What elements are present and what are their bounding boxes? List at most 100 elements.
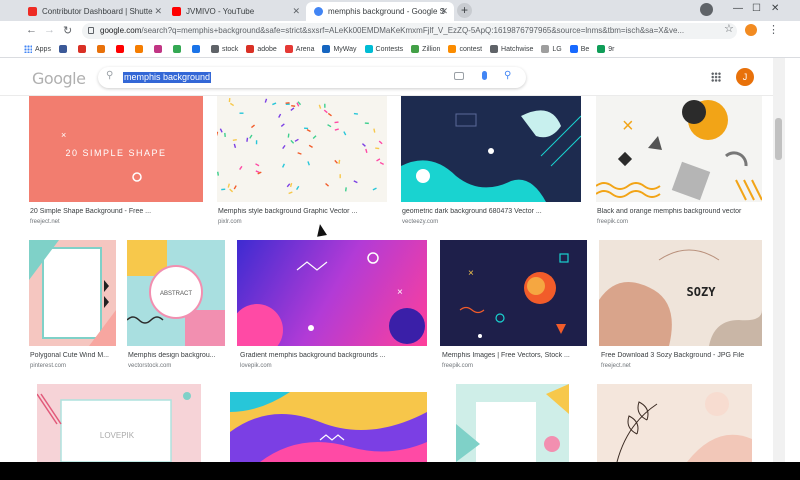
result-thumbnail[interactable]: 20 SIMPLE SHAPE × <box>29 96 203 202</box>
tab-title: Contributor Dashboard | Shutte <box>42 7 153 16</box>
bookmark-stock[interactable]: stock <box>210 45 239 53</box>
result-thumbnail[interactable]: SOZY <box>599 240 762 346</box>
mouse-cursor-icon <box>315 223 327 237</box>
url-path: /search?q=memphis+background&safe=strict… <box>141 26 685 35</box>
result-thumbnail[interactable]: × <box>596 96 762 202</box>
bookmark-lg[interactable]: LG <box>541 45 562 53</box>
bookmark-label: stock <box>221 45 239 53</box>
result-thumbnail[interactable]: × <box>237 240 427 346</box>
google-header: Google ⚲ memphis background ⚲ J <box>0 58 773 96</box>
google-logo[interactable]: Google <box>32 69 86 88</box>
bookmark-myway[interactable]: MyWay <box>322 45 357 53</box>
bookmark-adobe[interactable]: adobe <box>246 45 277 53</box>
result-caption[interactable]: Free Download 3 Sozy Background - JPG Fi… <box>601 352 761 359</box>
result-thumbnail[interactable] <box>597 384 752 462</box>
reload-icon[interactable]: ↻ <box>63 24 72 37</box>
result-caption[interactable]: Memphis style background Graphic Vector … <box>218 208 388 215</box>
thumbnail-text: LOVEPIK <box>100 431 135 440</box>
bookmark-zillion[interactable]: Zillion <box>411 45 440 53</box>
bookmark-item-7[interactable] <box>172 45 184 53</box>
bookmark-label: Zillion <box>422 45 441 53</box>
contests-icon <box>364 45 373 53</box>
bookmark-label: Contests <box>375 45 404 53</box>
drive-icon <box>172 45 181 53</box>
bookmark-item-3[interactable] <box>96 45 108 53</box>
bookmark-hatchwise[interactable]: Hatchwise <box>490 45 533 53</box>
result-thumbnail[interactable] <box>29 240 116 346</box>
tab-title: memphis background - Google S <box>328 7 445 16</box>
svg-text:×: × <box>61 130 66 140</box>
result-source: freepik.com <box>442 363 474 369</box>
scrollbar-thumb[interactable] <box>775 118 782 160</box>
bookmark-item-1[interactable] <box>58 45 70 53</box>
svg-text:×: × <box>622 115 634 137</box>
microphone-icon[interactable] <box>482 71 487 80</box>
result-thumbnail[interactable]: × <box>440 240 587 346</box>
close-tab-icon[interactable]: ✕ <box>440 6 448 17</box>
bookmark-label: Be <box>580 45 590 53</box>
result-caption[interactable]: geometric dark background 680473 Vector … <box>402 208 582 215</box>
minimize-button[interactable]: — <box>733 3 743 14</box>
result-caption[interactable]: Memphis Images | Free Vectors, Stock ... <box>442 352 588 359</box>
result-caption[interactable]: 20 Simple Shape Background - Free ... <box>30 208 210 215</box>
url-host: google.com <box>100 26 142 35</box>
bookmark-be[interactable]: Be <box>569 45 590 53</box>
bookmark-label: LG <box>552 45 562 53</box>
bookmarks-bar: Apps stock adobe Arena MyWay Contests Zillion c… <box>0 41 800 58</box>
adobe-icon <box>246 45 255 53</box>
avatar[interactable]: J <box>736 68 754 86</box>
address-bar[interactable]: google.com/search?q=memphis+background&s… <box>82 23 737 39</box>
bookmark-contests[interactable]: Contests <box>364 45 404 53</box>
close-tab-icon[interactable]: ✕ <box>154 6 162 17</box>
new-tab-button[interactable]: + <box>457 3 472 18</box>
forward-arrow-icon[interactable]: → <box>44 24 55 36</box>
result-caption[interactable]: Polygonal Cute Wind M... <box>30 352 116 359</box>
bookmark-item-6[interactable] <box>153 45 165 53</box>
bookmark-apps[interactable]: Apps <box>24 45 51 53</box>
result-thumbnail[interactable]: ABSTRACT <box>127 240 225 346</box>
p-icon <box>58 45 67 53</box>
contest-icon <box>448 45 457 53</box>
search-input[interactable]: memphis background <box>123 72 212 83</box>
tab-shutterstock[interactable]: Contributor Dashboard | Shutte ✕ <box>20 2 168 21</box>
bookmark-label: Arena <box>295 45 315 53</box>
back-arrow-icon[interactable]: ← <box>26 24 37 36</box>
result-source: pinterest.com <box>30 363 67 369</box>
thumbnail-text: SOZY <box>687 285 717 299</box>
result-source: vectorstock.com <box>128 363 172 369</box>
maximize-button[interactable]: ☐ <box>752 3 761 14</box>
tab-google-search[interactable]: memphis background - Google S ✕ <box>306 2 454 21</box>
result-caption[interactable]: Gradient memphis background backgrounds … <box>240 352 430 359</box>
result-thumbnail[interactable] <box>230 392 427 462</box>
search-button-icon[interactable]: ⚲ <box>504 70 511 81</box>
bookmark-item-8[interactable] <box>191 45 203 53</box>
bookmark-label: 9r <box>608 45 615 53</box>
blogger-icon <box>134 45 143 53</box>
google-apps-icon[interactable] <box>711 72 721 82</box>
bookmark-contest[interactable]: contest <box>448 45 482 53</box>
bookmark-item-2[interactable] <box>77 45 89 53</box>
browser-menu-icon[interactable]: ⋮ <box>768 23 779 36</box>
svg-text:×: × <box>397 287 403 298</box>
gear-icon <box>210 45 219 53</box>
extension-icon[interactable] <box>745 24 757 36</box>
search-box[interactable]: ⚲ memphis background ⚲ <box>98 67 526 88</box>
result-thumbnail[interactable] <box>401 96 581 202</box>
result-thumbnail[interactable]: LOVEPIK <box>37 384 201 462</box>
result-thumbnail[interactable] <box>456 384 569 462</box>
bookmark-item-4[interactable] <box>115 45 127 53</box>
bookmark-item-5[interactable] <box>134 45 146 53</box>
page-scrollbar[interactable] <box>773 58 785 462</box>
bookmark-arena[interactable]: Arena <box>284 45 315 53</box>
close-tab-icon[interactable]: ✕ <box>292 6 300 17</box>
result-caption[interactable]: Memphis design backgrou... <box>128 352 226 359</box>
camera-icon[interactable] <box>454 72 464 80</box>
close-window-button[interactable]: ✕ <box>771 3 779 14</box>
result-caption[interactable]: Black and orange memphis background vect… <box>597 208 767 215</box>
result-thumbnail[interactable] <box>217 96 387 202</box>
profile-icon[interactable] <box>700 3 713 16</box>
bookmark-9r[interactable]: 9r <box>597 45 614 53</box>
bookmark-star-icon[interactable]: ☆ <box>724 22 734 35</box>
myway-icon <box>322 45 331 53</box>
tab-youtube[interactable]: JVMIVO - YouTube ✕ <box>164 2 306 21</box>
